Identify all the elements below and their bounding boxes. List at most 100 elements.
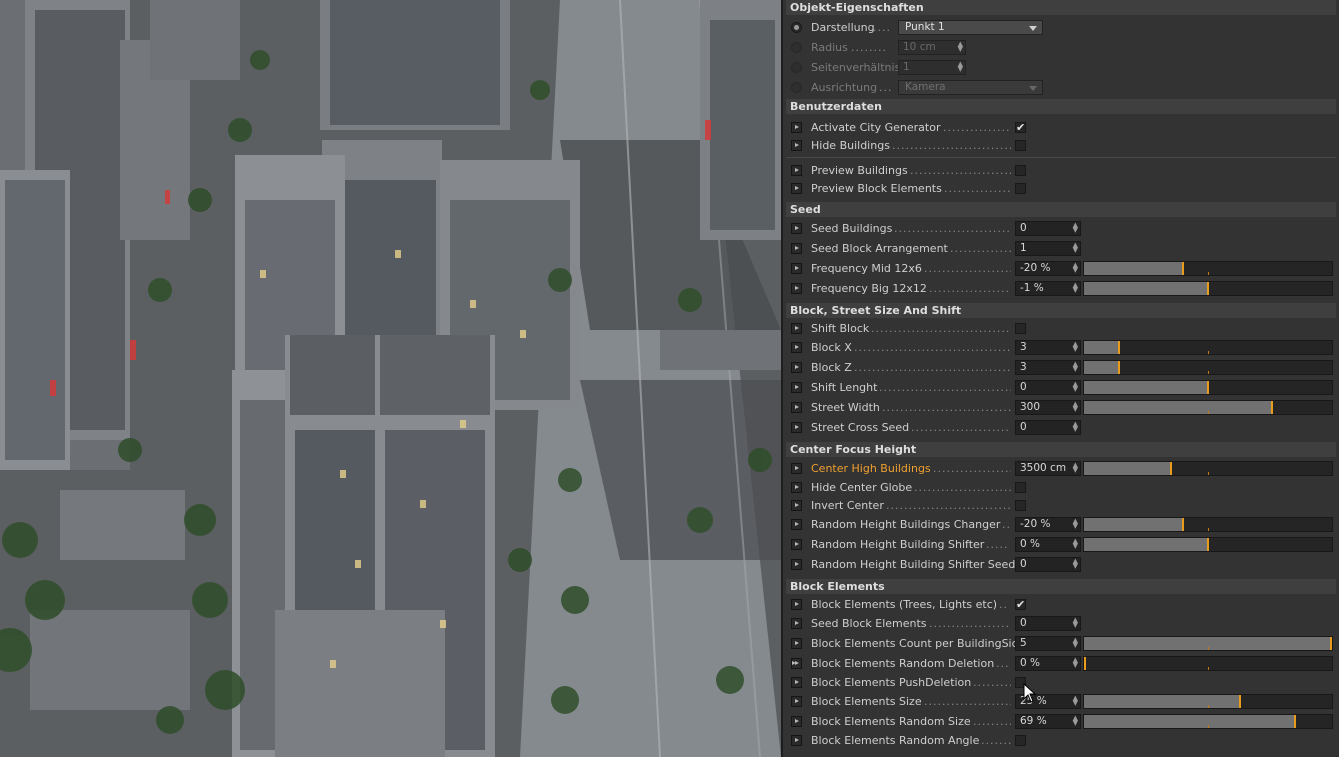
block-size-slider[interactable] <box>1083 694 1333 709</box>
keyframe-animation-icon[interactable] <box>791 539 802 550</box>
radio-icon[interactable] <box>791 22 802 33</box>
radio-icon[interactable] <box>791 82 802 93</box>
darstellung-dropdown[interactable]: Punkt 1 <box>898 20 1043 35</box>
street-width-slider[interactable] <box>1083 400 1333 415</box>
keyframe-animation-icon[interactable] <box>791 463 802 474</box>
block-z-field[interactable]: 3 ▲ ▼ <box>1015 360 1081 375</box>
keyframe-animation-icon[interactable] <box>791 696 802 707</box>
spinner-arrows-icon[interactable]: ▲ ▼ <box>1073 381 1078 393</box>
keyframe-animation-icon[interactable] <box>791 638 802 649</box>
freq-mid-slider[interactable] <box>1083 261 1333 276</box>
section-center-focus[interactable]: Center Focus Height <box>786 442 1336 457</box>
rand-height-changer-slider[interactable] <box>1083 517 1333 532</box>
keyframe-animation-icon[interactable] <box>791 422 802 433</box>
block-random-deletion-slider[interactable] <box>1083 656 1333 671</box>
keyframe-animation-icon[interactable] <box>791 323 802 334</box>
preview-buildings-checkbox[interactable] <box>1015 165 1026 176</box>
keyframe-animation-icon[interactable] <box>791 140 802 151</box>
keyframe-animation-icon[interactable] <box>791 559 802 570</box>
slider-knob[interactable] <box>1117 361 1120 374</box>
radio-icon[interactable] <box>791 42 802 53</box>
slider-knob[interactable] <box>1330 637 1332 650</box>
freq-big-slider[interactable] <box>1083 281 1333 296</box>
rand-height-changer-field[interactable]: -20 % ▲ ▼ <box>1015 517 1081 532</box>
block-random-size-field[interactable]: 69 % ▲ ▼ <box>1015 714 1081 729</box>
freq-big-field[interactable]: -1 % ▲ ▼ <box>1015 281 1081 296</box>
slider-knob[interactable] <box>1182 262 1185 275</box>
keyframe-animation-icon[interactable] <box>791 735 802 746</box>
seitenverhaeltnis-field[interactable]: 1 ▲ ▼ <box>898 60 966 75</box>
keyframe-animation-icon[interactable] <box>791 183 802 194</box>
spinner-arrows-icon[interactable]: ▲ ▼ <box>1073 657 1078 669</box>
spinner-arrows-icon[interactable]: ▲ ▼ <box>1073 222 1078 234</box>
keyframe-animation-icon[interactable] <box>791 658 802 669</box>
spinner-arrows-icon[interactable]: ▲ ▼ <box>958 41 963 53</box>
spinner-arrows-icon[interactable]: ▲ ▼ <box>1073 695 1078 707</box>
spinner-arrows-icon[interactable]: ▲ ▼ <box>1073 242 1078 254</box>
freq-mid-field[interactable]: -20 % ▲ ▼ <box>1015 261 1081 276</box>
seed-block-arr-field[interactable]: 1 ▲ ▼ <box>1015 241 1081 256</box>
keyframe-animation-icon[interactable] <box>791 283 802 294</box>
keyframe-animation-icon[interactable] <box>791 500 802 511</box>
street-width-field[interactable]: 300 ▲ ▼ <box>1015 400 1081 415</box>
slider-knob[interactable] <box>1169 462 1172 475</box>
keyframe-animation-icon[interactable] <box>791 618 802 629</box>
radio-icon[interactable] <box>791 62 802 73</box>
block-count-slider[interactable] <box>1083 636 1333 651</box>
spinner-arrows-icon[interactable]: ▲ ▼ <box>1073 361 1078 373</box>
center-high-slider[interactable] <box>1083 461 1333 476</box>
radius-field[interactable]: 10 cm ▲ ▼ <box>898 40 966 55</box>
preview-block-checkbox[interactable] <box>1015 183 1026 194</box>
seed-buildings-field[interactable]: 0 ▲ ▼ <box>1015 221 1081 236</box>
slider-knob[interactable] <box>1084 657 1086 670</box>
keyframe-animation-icon[interactable] <box>791 519 802 530</box>
rand-height-shifter-field[interactable]: 0 % ▲ ▼ <box>1015 537 1081 552</box>
block-random-deletion-field[interactable]: 0 % ▲ ▼ <box>1015 656 1081 671</box>
spinner-arrows-icon[interactable]: ▲ ▼ <box>1073 462 1078 474</box>
invert-center-checkbox[interactable] <box>1015 500 1026 511</box>
hide-center-globe-checkbox[interactable] <box>1015 482 1026 493</box>
block-random-angle-checkbox[interactable] <box>1015 735 1026 746</box>
spinner-arrows-icon[interactable]: ▲ ▼ <box>1073 715 1078 727</box>
keyframe-animation-icon[interactable] <box>791 402 802 413</box>
rand-height-shifter-slider[interactable] <box>1083 537 1333 552</box>
ausrichtung-dropdown[interactable]: Kamera <box>898 80 1043 95</box>
3d-viewport[interactable] <box>0 0 781 757</box>
keyframe-animation-icon[interactable] <box>791 677 802 688</box>
seed-block-elements-field[interactable]: 0 ▲ ▼ <box>1015 616 1081 631</box>
keyframe-animation-icon[interactable] <box>791 599 802 610</box>
shift-block-checkbox[interactable] <box>1015 323 1026 334</box>
center-high-field[interactable]: 3500 cm ▲ ▼ <box>1015 461 1081 476</box>
spinner-arrows-icon[interactable]: ▲ ▼ <box>1073 421 1078 433</box>
slider-knob[interactable] <box>1271 401 1274 414</box>
slider-knob[interactable] <box>1182 518 1185 531</box>
block-z-slider[interactable] <box>1083 360 1333 375</box>
keyframe-animation-icon[interactable] <box>791 362 802 373</box>
keyframe-animation-icon[interactable] <box>791 342 802 353</box>
hide-buildings-checkbox[interactable] <box>1015 140 1026 151</box>
section-block-elements[interactable]: Block Elements <box>786 579 1336 594</box>
section-benutzerdaten[interactable]: Benutzerdaten <box>786 99 1336 114</box>
spinner-arrows-icon[interactable]: ▲ ▼ <box>1073 558 1078 570</box>
spinner-arrows-icon[interactable]: ▲ ▼ <box>1073 637 1078 649</box>
keyframe-animation-icon[interactable] <box>791 122 802 133</box>
block-x-field[interactable]: 3 ▲ ▼ <box>1015 340 1081 355</box>
slider-knob[interactable] <box>1207 381 1209 394</box>
spinner-arrows-icon[interactable]: ▲ ▼ <box>1073 518 1078 530</box>
slider-knob[interactable] <box>1239 695 1242 708</box>
keyframe-animation-icon[interactable] <box>791 263 802 274</box>
block-elements-trees-checkbox[interactable]: ✔ <box>1015 599 1026 610</box>
shift-lenght-field[interactable]: 0 ▲ ▼ <box>1015 380 1081 395</box>
keyframe-animation-icon[interactable] <box>791 482 802 493</box>
block-count-field[interactable]: 5 ▲ ▼ <box>1015 636 1081 651</box>
keyframe-animation-icon[interactable] <box>791 165 802 176</box>
keyframe-animation-icon[interactable] <box>791 243 802 254</box>
block-x-slider[interactable] <box>1083 340 1333 355</box>
slider-knob[interactable] <box>1117 341 1120 354</box>
slider-knob[interactable] <box>1207 282 1209 295</box>
spinner-arrows-icon[interactable]: ▲ ▼ <box>958 61 963 73</box>
spinner-arrows-icon[interactable]: ▲ ▼ <box>1073 538 1078 550</box>
section-block-street[interactable]: Block, Street Size And Shift <box>786 303 1336 318</box>
spinner-arrows-icon[interactable]: ▲ ▼ <box>1073 262 1078 274</box>
keyframe-animation-icon[interactable] <box>791 716 802 727</box>
